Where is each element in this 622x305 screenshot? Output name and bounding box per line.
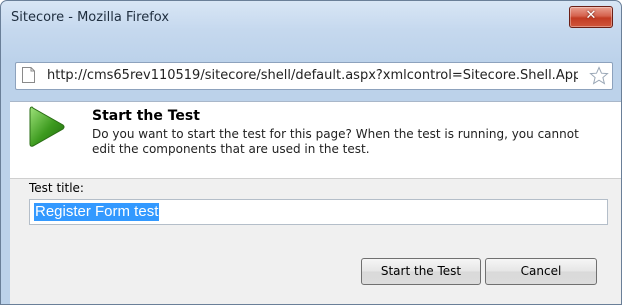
play-icon (29, 106, 65, 147)
window-title: Sitecore - Mozilla Firefox (11, 10, 170, 25)
close-x-icon: ✕ (585, 8, 597, 23)
browser-window: Sitecore - Mozilla Firefox ✕ http://cms6… (0, 0, 622, 305)
test-title-value[interactable]: Register Form test (34, 203, 160, 221)
dialog-content: Start the Test Do you want to start the … (10, 101, 621, 304)
title-bar: Sitecore - Mozilla Firefox ✕ (1, 1, 621, 35)
close-button[interactable]: ✕ (569, 6, 613, 28)
url-text[interactable]: http://cms65rev110519/sitecore/shell/def… (47, 68, 578, 83)
star-icon[interactable] (589, 66, 609, 86)
test-title-input[interactable]: Register Form test (29, 199, 608, 225)
dialog-title: Start the Test (92, 108, 200, 124)
dialog-description: Do you want to start the test for this p… (92, 127, 579, 156)
page-icon (22, 67, 35, 83)
start-test-button[interactable]: Start the Test (361, 258, 481, 285)
cancel-button[interactable]: Cancel (485, 258, 597, 285)
test-title-label: Test title: (29, 181, 84, 195)
dialog-header: Start the Test Do you want to start the … (10, 102, 621, 179)
url-bar[interactable]: http://cms65rev110519/sitecore/shell/def… (15, 62, 613, 90)
